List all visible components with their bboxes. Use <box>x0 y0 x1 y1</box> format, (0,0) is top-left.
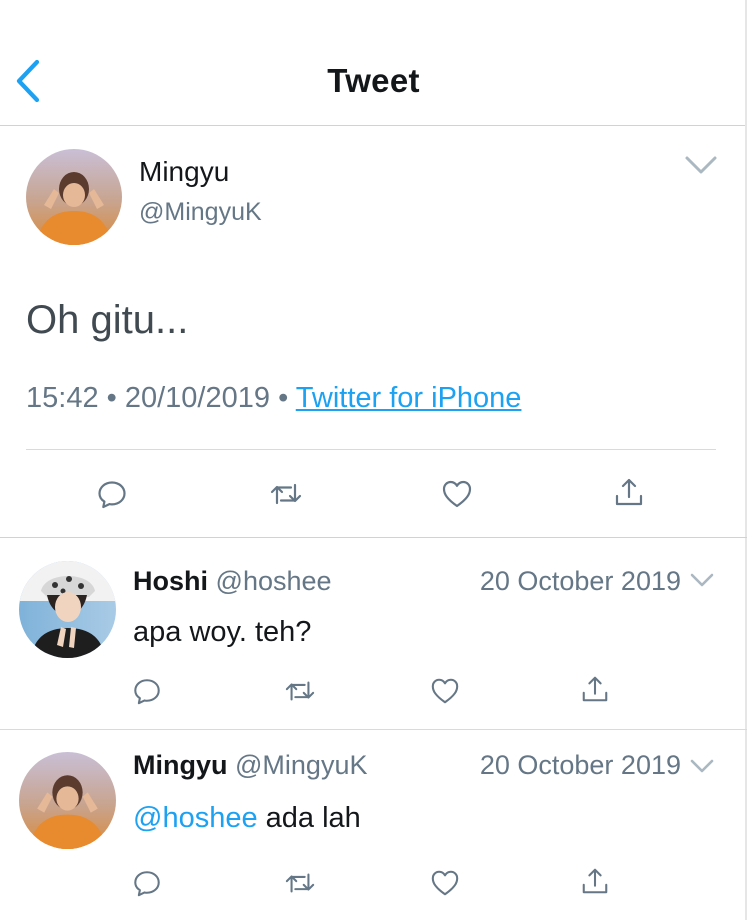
avatar[interactable] <box>26 149 122 245</box>
author-name[interactable]: Mingyu <box>139 156 229 188</box>
reply-icon[interactable] <box>96 478 128 510</box>
page-title: Tweet <box>327 62 420 99</box>
reply-text: apa woy. teh? <box>133 616 312 648</box>
reply-author-name[interactable]: Hoshi <box>133 566 208 596</box>
avatar[interactable] <box>19 752 116 849</box>
meta-separator: • <box>278 382 289 414</box>
like-icon[interactable] <box>430 868 460 898</box>
reply-author-handle[interactable]: @hoshee <box>216 566 332 596</box>
reply-author-handle[interactable]: @MingyuK <box>235 750 367 780</box>
divider <box>26 449 716 450</box>
avatar[interactable] <box>19 561 116 658</box>
reply-author: Mingyu @MingyuK <box>133 750 367 781</box>
reply-icon[interactable] <box>132 868 162 898</box>
share-icon[interactable] <box>613 476 645 508</box>
tweet-time: 15:42 <box>26 382 99 414</box>
chevron-down-icon[interactable] <box>689 758 715 776</box>
tweet-date: 20/10/2019 <box>124 382 271 414</box>
tweet-source-link[interactable]: Twitter for iPhone <box>296 382 522 414</box>
reply-tweet[interactable]: Hoshi @hoshee 20 October 2019 apa woy. t… <box>0 538 747 730</box>
reply-text: @hoshee ada lah <box>133 802 361 835</box>
tweet-meta: 15:42 • 20/10/2019 • Twitter for iPhone <box>26 382 521 415</box>
reply-icon[interactable] <box>132 676 162 706</box>
mention-link[interactable]: @hoshee <box>133 802 258 834</box>
retweet-icon[interactable] <box>268 478 304 510</box>
reply-author-name[interactable]: Mingyu <box>133 750 228 780</box>
chevron-down-icon[interactable] <box>684 154 718 176</box>
like-icon[interactable] <box>441 478 473 510</box>
retweet-icon[interactable] <box>283 868 317 898</box>
reply-date: 20 October 2019 <box>479 750 681 780</box>
navigation-bar: Tweet <box>0 0 747 126</box>
retweet-icon[interactable] <box>283 676 317 706</box>
reply-date: 20 October 2019 <box>479 566 681 596</box>
tweet-text: Oh gitu... <box>26 298 189 342</box>
reply-tweet[interactable]: Mingyu @MingyuK 20 October 2019 @hoshee … <box>0 730 747 920</box>
meta-separator: • <box>106 382 117 414</box>
chevron-down-icon[interactable] <box>689 572 715 590</box>
reply-text-body: ada lah <box>257 802 361 834</box>
main-tweet: Mingyu @MingyuK Oh gitu... 15:42 • 20/10… <box>0 126 747 538</box>
share-icon[interactable] <box>580 674 610 704</box>
author-handle[interactable]: @MingyuK <box>139 198 262 227</box>
reply-author: Hoshi @hoshee <box>133 566 332 597</box>
like-icon[interactable] <box>430 676 460 706</box>
share-icon[interactable] <box>580 866 610 896</box>
